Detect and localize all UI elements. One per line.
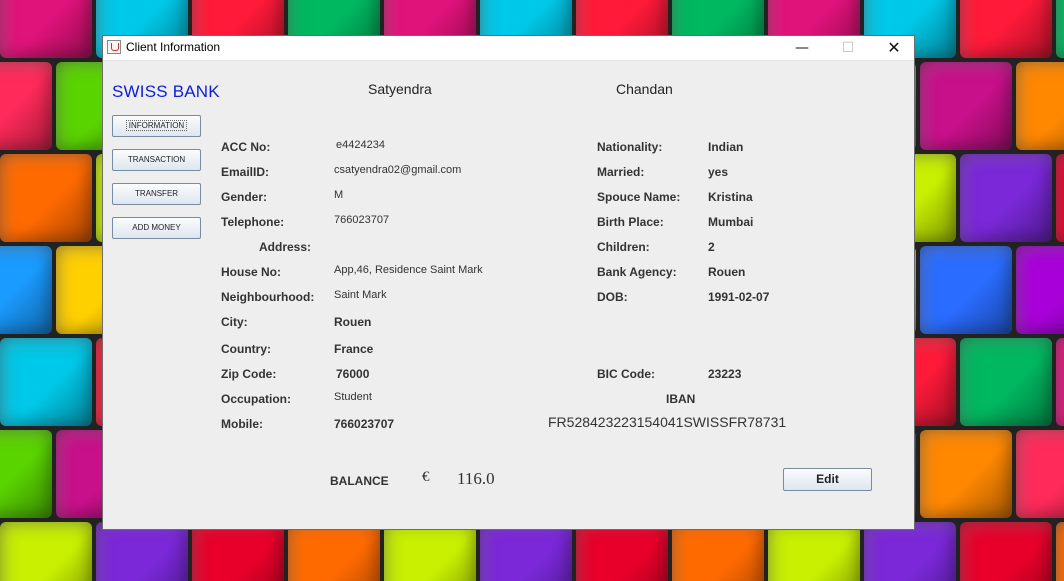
zip-code-label: Zip Code:	[221, 367, 277, 381]
dob-value: 1991-02-07	[708, 290, 770, 304]
occupation-value: Student	[334, 391, 372, 403]
wallpaper-cube	[920, 246, 1012, 334]
client-last-name: Chandan	[616, 81, 673, 97]
bank-agency-label: Bank Agency:	[597, 265, 677, 279]
nationality-value: Indian	[708, 140, 744, 154]
wallpaper-cube	[960, 154, 1052, 242]
title-bar[interactable]: Client Information — ☐ ✕	[103, 36, 914, 61]
wallpaper-cube	[480, 522, 572, 581]
balance-label: BALANCE	[330, 474, 389, 488]
neighbourhood-value: Saint Mark	[334, 289, 387, 301]
wallpaper-cube	[920, 430, 1012, 518]
information-button[interactable]: INFORMATION	[112, 115, 201, 137]
wallpaper-cube	[0, 154, 92, 242]
email-label: EmailID:	[221, 165, 270, 179]
client-information-window: Client Information — ☐ ✕ SWISS BANK Saty…	[102, 35, 915, 530]
acc-no-value: e4424234	[336, 139, 385, 151]
nationality-label: Nationality:	[597, 140, 663, 154]
wallpaper-cube	[1056, 338, 1064, 426]
house-no-label: House No:	[221, 265, 281, 279]
wallpaper-cube	[192, 522, 284, 581]
telephone-label: Telephone:	[221, 215, 285, 229]
wallpaper-cube	[0, 246, 52, 334]
wallpaper-cube	[288, 522, 380, 581]
wallpaper-cube	[384, 522, 476, 581]
transaction-button[interactable]: TRANSACTION	[112, 149, 201, 171]
balance-amount: 116.0	[457, 469, 495, 488]
wallpaper-cube	[1056, 0, 1064, 58]
mobile-value: 766023707	[334, 417, 395, 431]
zip-code-value: 76000	[336, 367, 370, 381]
address-label: Address:	[259, 240, 312, 254]
close-icon[interactable]: ✕	[871, 36, 917, 60]
wallpaper-cube	[672, 522, 764, 581]
married-value: yes	[708, 165, 729, 179]
occupation-label: Occupation:	[221, 392, 292, 406]
married-label: Married:	[597, 165, 645, 179]
wallpaper-cube	[1056, 522, 1064, 581]
bank-brand: SWISS BANK	[112, 82, 220, 101]
city-value: Rouen	[334, 315, 372, 329]
mobile-label: Mobile:	[221, 417, 263, 431]
neighbourhood-label: Neighbourhood:	[221, 290, 315, 304]
dob-label: DOB:	[597, 290, 628, 304]
city-label: City:	[221, 315, 248, 329]
wallpaper-cube	[1016, 430, 1064, 518]
window-title: Client Information	[126, 40, 221, 54]
birth-place-label: Birth Place:	[597, 215, 664, 229]
edit-button[interactable]: Edit	[783, 468, 872, 491]
email-value: csatyendra02@gmail.com	[334, 164, 462, 176]
telephone-value: 766023707	[334, 214, 390, 226]
house-no-value: App,46, Residence Saint Mark	[334, 264, 483, 276]
wallpaper-cube	[0, 430, 52, 518]
java-app-icon	[107, 40, 121, 54]
iban-value: FR528423223154041SWISSFR78731	[548, 414, 787, 430]
bic-code-value: 23223	[708, 367, 742, 381]
client-first-name: Satyendra	[368, 81, 432, 97]
client-info-panel: SWISS BANK Satyendra Chandan INFORMATION…	[103, 60, 914, 529]
wallpaper-cube	[864, 522, 956, 581]
gender-value: M	[334, 189, 344, 201]
spouse-name-label: Spouce Name:	[597, 190, 681, 204]
wallpaper-cube	[1016, 62, 1064, 150]
wallpaper-cube	[768, 522, 860, 581]
bic-code-label: BIC Code:	[597, 367, 655, 381]
currency-symbol: €	[422, 469, 430, 485]
wallpaper-cube	[0, 522, 92, 581]
maximize-icon[interactable]: ☐	[825, 36, 871, 60]
wallpaper-cube	[576, 522, 668, 581]
country-label: Country:	[221, 342, 271, 356]
acc-no-label: ACC No:	[221, 140, 271, 154]
add-money-button[interactable]: ADD MONEY	[112, 217, 201, 239]
gender-label: Gender:	[221, 190, 268, 204]
wallpaper-cube	[960, 0, 1052, 58]
wallpaper-cube	[96, 522, 188, 581]
transfer-button[interactable]: TRANSFER	[112, 183, 201, 205]
iban-label: IBAN	[666, 392, 696, 406]
information-button-label: INFORMATION	[125, 120, 188, 131]
wallpaper-cube	[0, 62, 52, 150]
bank-agency-value: Rouen	[708, 265, 746, 279]
children-value: 2	[708, 240, 715, 254]
spouse-name-value: Kristina	[708, 190, 753, 204]
wallpaper-cube	[0, 0, 92, 58]
country-value: France	[334, 342, 374, 356]
wallpaper-cube	[960, 338, 1052, 426]
wallpaper-cube	[1016, 246, 1064, 334]
wallpaper-cube	[0, 338, 92, 426]
birth-place-value: Mumbai	[708, 215, 754, 229]
wallpaper-cube	[920, 62, 1012, 150]
wallpaper-cube	[1056, 154, 1064, 242]
minimize-icon[interactable]: —	[779, 36, 825, 60]
wallpaper-cube	[960, 522, 1052, 581]
children-label: Children:	[597, 240, 650, 254]
